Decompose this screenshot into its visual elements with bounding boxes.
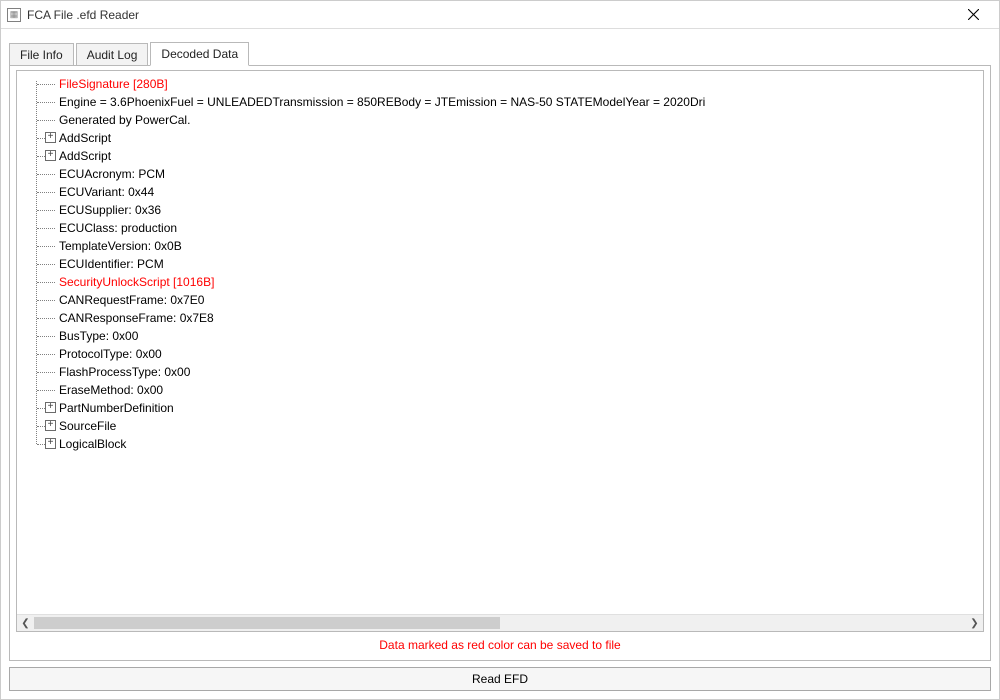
tree-branch-connector (37, 147, 59, 165)
scroll-left-button[interactable]: ❮ (17, 615, 34, 632)
tree-node-label: ProtocolType: 0x00 (59, 347, 162, 361)
read-efd-button[interactable]: Read EFD (9, 667, 991, 691)
tree-node-label: BusType: 0x00 (59, 329, 138, 343)
tree-node-label: FlashProcessType: 0x00 (59, 365, 190, 379)
tree-branch-connector (37, 219, 59, 237)
tree-node[interactable]: ECUAcronym: PCM (25, 165, 981, 183)
tree-branch-connector (37, 165, 59, 183)
titlebar: ▦ FCA File .efd Reader (1, 1, 999, 29)
tree-node-label: ECUClass: production (59, 221, 177, 235)
tree-node-label: SecurityUnlockScript [1016B] (59, 275, 214, 289)
tree-branch-connector (37, 201, 59, 219)
tree-node[interactable]: FileSignature [280B] (25, 75, 981, 93)
tree-node[interactable]: CANRequestFrame: 0x7E0 (25, 291, 981, 309)
expand-toggle-icon[interactable] (45, 132, 56, 143)
app-icon: ▦ (7, 8, 21, 22)
tree-branch-connector (37, 111, 59, 129)
tree-branch-connector (37, 363, 59, 381)
close-icon (968, 9, 979, 20)
tree-branch-connector (37, 93, 59, 111)
tree-node[interactable]: EraseMethod: 0x00 (25, 381, 981, 399)
tree-node-label: FileSignature [280B] (59, 77, 168, 91)
horizontal-scrollbar[interactable]: ❮ ❯ (17, 614, 983, 631)
scroll-right-button[interactable]: ❯ (966, 615, 983, 632)
tree-node[interactable]: FlashProcessType: 0x00 (25, 363, 981, 381)
tree-node-label: CANResponseFrame: 0x7E8 (59, 311, 214, 325)
tree-node-label: Generated by PowerCal. (59, 113, 190, 127)
tree-node[interactable]: ProtocolType: 0x00 (25, 345, 981, 363)
tab-decoded-data[interactable]: Decoded Data (150, 42, 249, 66)
tab-audit-log[interactable]: Audit Log (76, 43, 149, 66)
tree-node[interactable]: Engine = 3.6PhoenixFuel = UNLEADEDTransm… (25, 93, 981, 111)
tree-view[interactable]: FileSignature [280B] Engine = 3.6PhoenixF… (17, 71, 983, 614)
window-title: FCA File .efd Reader (27, 8, 953, 22)
tree-branch-connector (37, 327, 59, 345)
tree-container: FileSignature [280B] Engine = 3.6PhoenixF… (16, 70, 984, 632)
tabpanel: FileSignature [280B] Engine = 3.6PhoenixF… (9, 65, 991, 661)
scrollbar-thumb[interactable] (34, 617, 500, 629)
tree-node-label: SourceFile (59, 419, 116, 433)
tree-node[interactable]: SecurityUnlockScript [1016B] (25, 273, 981, 291)
tree-node[interactable]: Generated by PowerCal. (25, 111, 981, 129)
tab-file-info[interactable]: File Info (9, 43, 74, 66)
tree-node[interactable]: CANResponseFrame: 0x7E8 (25, 309, 981, 327)
tree-branch-connector (37, 417, 59, 435)
expand-toggle-icon[interactable] (45, 150, 56, 161)
tree-branch-connector (37, 237, 59, 255)
tree-node[interactable]: BusType: 0x00 (25, 327, 981, 345)
tree-branch-connector (37, 273, 59, 291)
tree-node[interactable]: ECUIdentifier: PCM (25, 255, 981, 273)
tree-node-label: ECUVariant: 0x44 (59, 185, 154, 199)
tree-node-label: TemplateVersion: 0x0B (59, 239, 182, 253)
tree-branch-connector (37, 255, 59, 273)
tree-node[interactable]: AddScript (25, 147, 981, 165)
tree-node[interactable]: PartNumberDefinition (25, 399, 981, 417)
tree-node-label: ECUSupplier: 0x36 (59, 203, 161, 217)
tree-branch-connector (37, 345, 59, 363)
tabstrip: File Info Audit Log Decoded Data (9, 41, 991, 65)
expand-toggle-icon[interactable] (45, 420, 56, 431)
expand-toggle-icon[interactable] (45, 438, 56, 449)
tree-node-label: EraseMethod: 0x00 (59, 383, 163, 397)
tree-root: FileSignature [280B] Engine = 3.6PhoenixF… (19, 75, 981, 453)
tree-node-label: AddScript (59, 131, 111, 145)
tree-node[interactable]: SourceFile (25, 417, 981, 435)
tree-node[interactable]: TemplateVersion: 0x0B (25, 237, 981, 255)
tree-branch-connector (37, 291, 59, 309)
tree-node-label: Engine = 3.6PhoenixFuel = UNLEADEDTransm… (59, 95, 705, 109)
client-area: File Info Audit Log Decoded Data FileSig… (1, 29, 999, 699)
tree-branch-connector (37, 435, 59, 453)
tree-node-label: ECUIdentifier: PCM (59, 257, 164, 271)
tree-node-label: ECUAcronym: PCM (59, 167, 165, 181)
tree-node-label: PartNumberDefinition (59, 401, 174, 415)
expand-toggle-icon[interactable] (45, 402, 56, 413)
action-bar: Read EFD (9, 661, 991, 691)
tree-node-label: AddScript (59, 149, 111, 163)
scrollbar-track[interactable] (34, 615, 966, 631)
close-button[interactable] (953, 3, 993, 27)
tree-node[interactable]: ECUSupplier: 0x36 (25, 201, 981, 219)
tree-branch-connector (37, 129, 59, 147)
tree-branch-connector (37, 381, 59, 399)
tree-node-label: CANRequestFrame: 0x7E0 (59, 293, 204, 307)
tree-branch-connector (37, 75, 59, 93)
tree-node[interactable]: LogicalBlock (25, 435, 981, 453)
tree-node[interactable]: ECUClass: production (25, 219, 981, 237)
footer-caption: Data marked as red color can be saved to… (16, 632, 984, 654)
tree-node-label: LogicalBlock (59, 437, 126, 451)
tree-node[interactable]: ECUVariant: 0x44 (25, 183, 981, 201)
tree-branch-connector (37, 183, 59, 201)
tree-node[interactable]: AddScript (25, 129, 981, 147)
tree-branch-connector (37, 399, 59, 417)
app-window: ▦ FCA File .efd Reader File Info Audit L… (0, 0, 1000, 700)
tree-branch-connector (37, 309, 59, 327)
